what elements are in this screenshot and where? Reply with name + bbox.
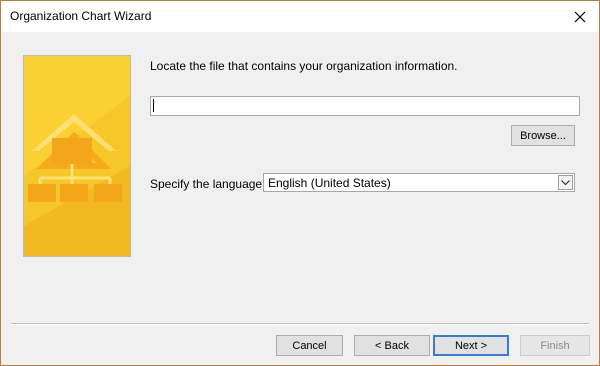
file-prompt-label: Locate the file that contains your organ… [150,59,458,73]
window-title: Organization Chart Wizard [10,9,152,23]
finish-button: Finish [520,335,590,356]
title-bar: Organization Chart Wizard [1,1,599,32]
wizard-banner-image [23,55,131,257]
file-path-input[interactable] [150,96,580,116]
language-dropdown-button[interactable] [558,175,573,190]
cancel-button[interactable]: Cancel [276,335,343,356]
chevron-down-icon [561,179,570,185]
close-icon [574,11,586,22]
footer-separator [11,323,589,325]
back-button[interactable]: < Back [354,335,430,356]
text-caret [153,99,154,112]
wizard-window: Organization Chart Wizard Locate the fil… [0,0,600,366]
language-selected-value: English (United States) [268,176,391,190]
browse-button[interactable]: Browse... [511,125,575,146]
wizard-content: Locate the file that contains your organ… [1,32,599,365]
close-button[interactable] [563,1,597,32]
language-select[interactable]: English (United States) [263,173,575,192]
language-label: Specify the language: [150,177,266,191]
next-button[interactable]: Next > [433,335,509,356]
